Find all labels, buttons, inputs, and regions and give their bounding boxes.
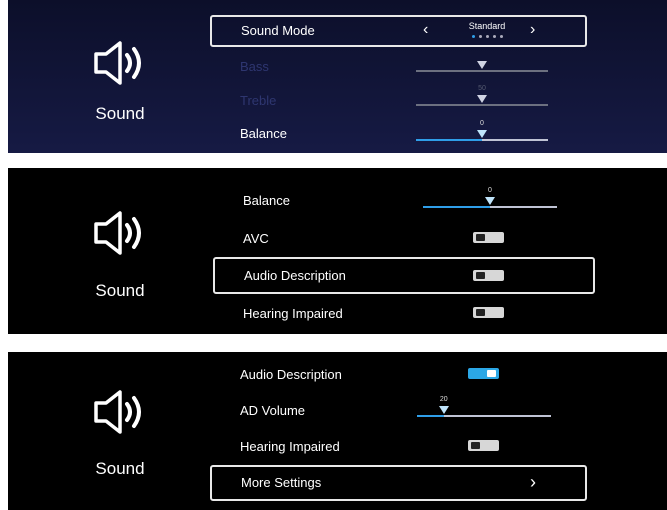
toggle-thumb [476, 234, 485, 241]
sound-menu-panel-1: Sound Sound Mode ‹ Standard › Bass Trebl… [8, 0, 667, 153]
ad-volume-label: AD Volume [240, 403, 306, 418]
speaker-icon [94, 211, 141, 255]
page-dot [471, 35, 475, 38]
slider-track [416, 70, 548, 72]
slider-fill [416, 139, 482, 141]
slider-knob[interactable] [477, 61, 487, 69]
slider-knob[interactable] [477, 95, 487, 103]
slider-knob[interactable] [438, 406, 449, 414]
section-label: Sound [95, 459, 145, 478]
slider-fill [417, 415, 444, 417]
balance-label: Balance [243, 193, 290, 208]
toggle-thumb [471, 442, 480, 449]
toggle-thumb [476, 272, 485, 279]
balance-label: Balance [240, 126, 287, 141]
bass-slider[interactable] [416, 59, 548, 73]
slider-knob[interactable] [485, 197, 495, 205]
hearing-impaired-row[interactable]: Hearing Impaired [213, 298, 595, 330]
avc-label: AVC [243, 231, 269, 246]
sound-mode-page-dots [470, 35, 504, 38]
sound-menu-panel-2: Sound Balance 0 AVC Audio Description He… [8, 168, 667, 334]
toggle-thumb [476, 309, 485, 316]
page-dot [478, 35, 482, 38]
hearing-impaired-toggle[interactable] [468, 440, 499, 451]
sound-mode-value: Standard [468, 21, 506, 31]
hearing-impaired-label: Hearing Impaired [243, 306, 343, 321]
balance-value: 0 [488, 187, 492, 194]
audio-description-row[interactable]: Audio Description [210, 359, 587, 391]
hearing-impaired-label: Hearing Impaired [240, 439, 340, 454]
chevron-right-icon[interactable]: › [530, 21, 535, 39]
audio-description-toggle[interactable] [473, 270, 504, 281]
balance-slider[interactable]: 0 [416, 120, 548, 142]
more-settings-row[interactable]: More Settings › [210, 465, 587, 501]
balance-slider[interactable]: 0 [423, 187, 557, 209]
sound-menu-panel-3: Sound Audio Description AD Volume 20 Hea… [8, 352, 667, 510]
section-label: Sound [95, 281, 145, 300]
balance-value: 0 [480, 120, 484, 127]
page-dot [485, 35, 489, 38]
more-settings-label: More Settings [241, 475, 322, 490]
chevron-right-icon[interactable]: › [530, 472, 536, 493]
audio-description-label: Audio Description [240, 367, 342, 382]
bass-label: Bass [240, 59, 269, 74]
treble-value: 50 [478, 85, 486, 92]
slider-fill [423, 206, 490, 208]
speaker-icon [94, 41, 141, 85]
avc-toggle[interactable] [473, 232, 504, 243]
section-label: Sound [95, 104, 145, 123]
sound-mode-label: Sound Mode [241, 23, 315, 38]
ad-volume-slider[interactable]: 20 [417, 396, 551, 418]
speaker-icon [94, 390, 141, 434]
sound-mode-row[interactable]: Sound Mode ‹ Standard › [210, 15, 587, 47]
slider-track [416, 104, 548, 106]
ad-volume-value: 20 [439, 396, 448, 403]
page-dot [492, 35, 496, 38]
chevron-left-icon[interactable]: ‹ [423, 21, 428, 39]
treble-label: Treble [240, 93, 277, 108]
balance-row[interactable]: Balance 0 [213, 185, 595, 217]
ad-volume-row[interactable]: AD Volume 20 [210, 395, 587, 427]
treble-slider[interactable]: 50 [416, 85, 548, 107]
bass-row[interactable]: Bass [210, 51, 587, 83]
toggle-thumb [487, 370, 496, 377]
audio-description-toggle[interactable] [468, 368, 499, 379]
treble-row[interactable]: Treble 50 [210, 85, 587, 117]
hearing-impaired-toggle[interactable] [473, 307, 504, 318]
slider-knob[interactable] [477, 130, 487, 138]
page-dot [499, 35, 503, 38]
audio-description-row[interactable]: Audio Description [213, 257, 595, 294]
avc-row[interactable]: AVC [213, 223, 595, 255]
balance-row[interactable]: Balance 0 [210, 118, 587, 150]
hearing-impaired-row[interactable]: Hearing Impaired [210, 431, 587, 463]
audio-description-label: Audio Description [244, 268, 346, 283]
